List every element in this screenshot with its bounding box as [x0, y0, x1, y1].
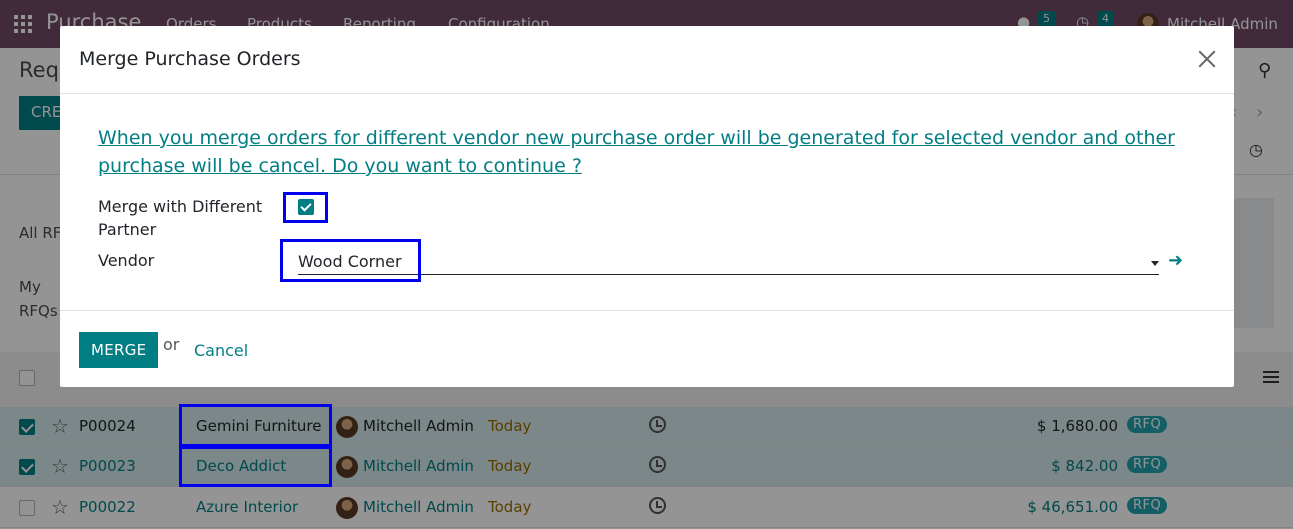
vendor-input[interactable] [298, 248, 1159, 275]
highlight-box [280, 239, 421, 282]
highlight-box [179, 404, 332, 447]
vendor-label: Vendor [98, 251, 155, 270]
or-text: or [163, 335, 180, 354]
chevron-down-icon[interactable] [1151, 261, 1159, 266]
merge-warning-text: When you merge orders for different vend… [98, 127, 1175, 177]
cancel-button[interactable]: Cancel [194, 341, 248, 360]
dialog-title: Merge Purchase Orders [79, 48, 301, 70]
highlight-box [179, 446, 332, 487]
dialog-footer: MERGE or Cancel [60, 310, 1234, 387]
dialog-header: Merge Purchase Orders [60, 26, 1234, 94]
arrow-right-icon[interactable]: ➜ [1168, 250, 1183, 271]
merge-dialog: Merge Purchase Orders When you merge ord… [60, 26, 1234, 387]
merge-button[interactable]: MERGE [79, 332, 159, 368]
close-icon[interactable] [1196, 48, 1218, 70]
merge-partner-label: Merge with Different Partner [98, 197, 263, 239]
highlight-box [283, 192, 328, 223]
